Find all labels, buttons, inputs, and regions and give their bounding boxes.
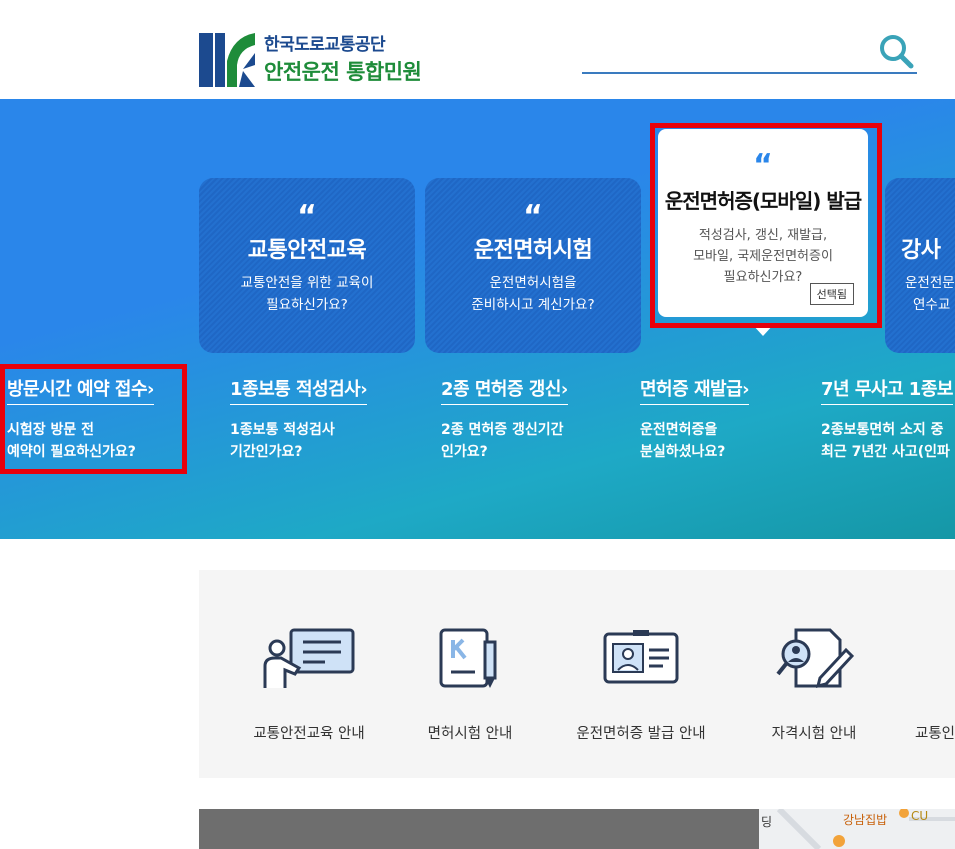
link-aptitude-test[interactable]: 1종보통 적성검사› 1종보통 적성검사 기간인가요? xyxy=(230,375,368,463)
card-desc-line: 적성검사, 갱신, 재발급, xyxy=(698,228,828,243)
quick-menu: 교통안전교육 안내 면허시험 안내 운전면허증 발급 안내 자격시험 안내 교통… xyxy=(199,570,955,778)
link-visit-reservation[interactable]: 방문시간 예약 접수› 시험장 방문 전 예약이 필요하신가요? xyxy=(7,375,154,463)
card-title: 운전면허증(모바일) 발급 xyxy=(664,189,862,213)
quick-item-label: 면허시험 안내 xyxy=(427,726,513,742)
link-desc: 시험장 방문 전 예약이 필요하신가요? xyxy=(7,419,154,463)
map-label: CU xyxy=(911,809,929,823)
quote-icon: “ xyxy=(753,148,773,183)
location-map[interactable]: 딩 강남집밥 CU xyxy=(759,809,955,849)
link-title: 면허증 재발급› xyxy=(640,375,750,405)
link-license-renewal[interactable]: 2종 면허증 갱신› 2종 면허증 갱신기간 인가요? xyxy=(441,375,568,463)
quote-icon: “ xyxy=(297,199,317,234)
card-license-exam[interactable]: “ 운전면허시험 운전면허시험을 준비하시고 계신가요? xyxy=(425,178,641,353)
link-desc: 2종 면허증 갱신기간 인가요? xyxy=(441,419,568,463)
service-hero: “ 교통안전교육 교통안전을 위한 교육이 필요하신가요? “ 운전면허시험 운… xyxy=(0,99,955,539)
card-pointer xyxy=(752,324,774,336)
qualification-search-icon xyxy=(776,628,854,689)
card-license-issue[interactable]: “ 운전면허증(모바일) 발급 적성검사, 갱신, 재발급, 모바일, 국제운전… xyxy=(658,129,868,317)
quick-item-traffic-education[interactable]: 교통안전교육 안내 xyxy=(253,628,365,742)
link-title: 7년 무사고 1종보 xyxy=(821,375,953,405)
link-title-text: 방문시간 예약 접수 xyxy=(7,379,148,400)
card-desc: 운전전문 연수교 xyxy=(905,272,955,316)
quick-item-label: 자격시험 안내 xyxy=(771,726,857,742)
search-icon[interactable] xyxy=(877,32,915,70)
site-logo[interactable]: 한국도로교통공단 안전운전 통합민원 xyxy=(199,28,449,88)
link-title-text: 면허증 재발급 xyxy=(640,379,743,400)
lecture-icon xyxy=(263,628,355,688)
card-desc-line: 필요하신가요? xyxy=(266,297,348,313)
map-label: 강남집밥 xyxy=(843,813,888,827)
banner-placeholder xyxy=(199,809,759,849)
card-desc-line: 교통안전을 위한 교육이 xyxy=(240,275,374,291)
quick-item-license-exam[interactable]: 면허시험 안내 xyxy=(428,628,512,742)
map-label: 딩 xyxy=(761,815,773,829)
site-header: 한국도로교통공단 안전운전 통합민원 xyxy=(0,0,955,99)
card-traffic-education[interactable]: “ 교통안전교육 교통안전을 위한 교육이 필요하신가요? xyxy=(199,178,415,353)
card-title: 강사 xyxy=(901,238,941,263)
link-license-reissue[interactable]: 면허증 재발급› 운전면허증을 분실하셨나요? xyxy=(640,375,750,463)
link-desc-line: 분실하셨나요? xyxy=(640,444,726,460)
card-title: 교통안전교육 xyxy=(247,238,367,263)
link-desc-line: 인가요? xyxy=(441,444,488,460)
koroad-logo-icon xyxy=(199,33,255,87)
search-input[interactable] xyxy=(582,36,867,68)
card-instructor[interactable]: 강사 운전전문 연수교 xyxy=(885,178,955,353)
link-desc-line: 2종보통면허 소지 중 xyxy=(821,422,944,438)
link-title: 2종 면허증 갱신› xyxy=(441,375,568,405)
quick-item-label: 교통인 xyxy=(915,726,955,742)
card-desc-line: 모바일, 국제운전면허증이 xyxy=(693,249,833,264)
link-title: 방문시간 예약 접수› xyxy=(7,375,154,405)
link-desc: 운전면허증을 분실하셨나요? xyxy=(640,419,749,463)
quick-item-license-issue[interactable]: 운전면허증 발급 안내 xyxy=(576,628,706,742)
card-desc-line: 운전전문 xyxy=(905,275,955,291)
link-title-text: 2종 면허증 갱신 xyxy=(441,379,561,400)
link-desc-line: 1종보통 적성검사 xyxy=(230,422,335,438)
quick-item-label: 교통안전교육 안내 xyxy=(253,726,365,742)
quick-item-qualification[interactable]: 자격시험 안내 xyxy=(772,628,856,742)
card-desc-line: 운전면허시험을 xyxy=(489,275,577,291)
quote-icon: “ xyxy=(523,199,543,234)
chevron-right-icon: › xyxy=(742,379,750,400)
link-title: 1종보통 적성검사› xyxy=(230,375,368,405)
link-desc-line: 운전면허증을 xyxy=(640,422,718,438)
card-desc-line: 연수교 xyxy=(913,297,951,313)
card-desc: 운전면허시험을 준비하시고 계신가요? xyxy=(425,272,641,316)
link-desc-line: 2종 면허증 갱신기간 xyxy=(441,422,564,438)
exam-book-icon xyxy=(439,628,497,688)
link-desc-line: 최근 7년간 사고(인파 xyxy=(821,444,950,460)
site-name: 안전운전 통합민원 xyxy=(264,60,422,84)
search-box xyxy=(582,30,917,74)
card-title: 운전면허시험 xyxy=(473,238,593,263)
link-seven-year-accident-free[interactable]: 7년 무사고 1종보 2종보통면허 소지 중 최근 7년간 사고(인파 xyxy=(821,375,953,463)
card-desc: 교통안전을 위한 교육이 필요하신가요? xyxy=(199,272,415,316)
link-title-text: 1종보통 적성검사 xyxy=(230,379,361,400)
card-desc-line: 준비하시고 계신가요? xyxy=(471,297,595,313)
link-desc: 1종보통 적성검사 기간인가요? xyxy=(230,419,367,463)
license-card-icon xyxy=(603,630,679,684)
link-desc: 2종보통면허 소지 중 최근 7년간 사고(인파 xyxy=(821,419,953,463)
chevron-right-icon: › xyxy=(147,379,154,400)
link-desc-line: 시험장 방문 전 xyxy=(7,422,95,438)
quick-item-label: 운전면허증 발급 안내 xyxy=(576,726,706,742)
card-desc: 적성검사, 갱신, 재발급, 모바일, 국제운전면허증이 필요하신가요? xyxy=(658,225,868,288)
selected-badge: 선택됨 xyxy=(809,283,854,305)
chevron-right-icon: › xyxy=(560,379,568,400)
link-desc-line: 예약이 필요하신가요? xyxy=(7,444,136,460)
org-name: 한국도로교통공단 xyxy=(264,35,386,55)
link-desc-line: 기간인가요? xyxy=(230,444,303,460)
chevron-right-icon: › xyxy=(360,379,368,400)
